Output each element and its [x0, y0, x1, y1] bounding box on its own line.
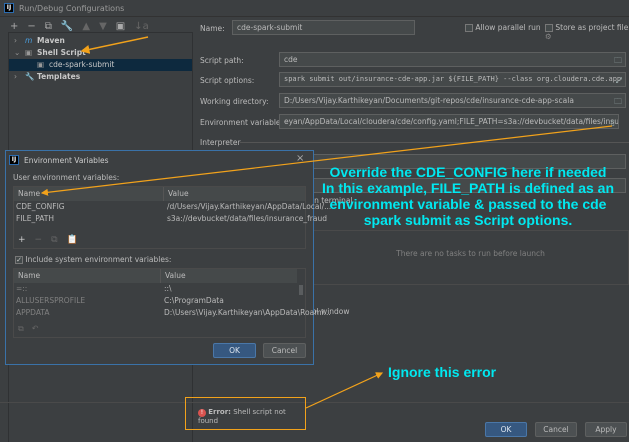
arrow-to-env-name: [40, 125, 613, 196]
arrow-to-ignore: [305, 372, 384, 409]
arrow-to-shell-script: [80, 36, 149, 54]
annotation-arrows: [40, 36, 613, 409]
